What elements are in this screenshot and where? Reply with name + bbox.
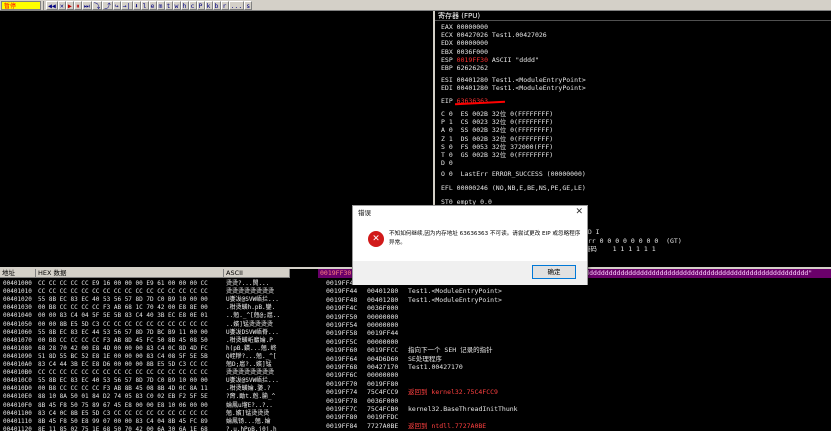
close-icon[interactable]: ✕ — [575, 207, 583, 218]
dump-row[interactable]: 00401120 8E 11 85 02 75 1E 68 50 70 42 00… — [0, 425, 290, 431]
toolbar-button[interactable]: l — [140, 0, 149, 10]
dump-header-hex[interactable]: HEX 数据 — [36, 269, 224, 278]
toolbar-button[interactable]: s — [244, 0, 253, 10]
toolbar-button[interactable]: ◀◀ — [46, 0, 58, 10]
dialog-footer: 确定 — [353, 261, 587, 285]
toolbar-button[interactable]: k — [204, 0, 213, 10]
toolbar-button[interactable]: r — [220, 0, 229, 10]
register-value: 0036F000 — [456, 47, 488, 56]
toolbar-button[interactable]: ⬇ — [132, 0, 141, 10]
register-edi[interactable]: EDI 00401280 Test1.<ModuleEntryPoint> — [441, 84, 586, 92]
toolbar-button[interactable]: ⏸ — [73, 0, 82, 10]
register-ebx[interactable]: EBX 0036F000 — [441, 48, 492, 56]
toolbar-button[interactable]: ▶ — [65, 0, 74, 10]
toolbar-button[interactable]: h — [180, 0, 189, 10]
register-esi[interactable]: ESI 00401280 Test1.<ModuleEntryPoint> — [441, 76, 586, 84]
register-value: 00401280 — [456, 76, 488, 85]
dump-hex: 8E 11 85 02 75 1E 68 50 70 42 00 6A 30 6… — [38, 425, 208, 431]
register-name: EIP — [441, 96, 453, 105]
register-comment: Test1.00427026 — [491, 31, 547, 40]
toolbar-separator — [43, 0, 44, 10]
stack-comment: 返回到 ntdll.7727A0BE — [408, 421, 487, 430]
dialog-title: 错误 — [358, 209, 371, 217]
memory-dump-pane[interactable]: 地址 HEX 数据 ASCII 00401000 CC CC CC CC CC E… — [0, 269, 290, 431]
dump-address: 00401120 — [3, 425, 32, 431]
stack-row[interactable]: 0019FF84 7727A0BE 返回到 ntdll.7727A0BE — [318, 422, 831, 431]
toolbar: 暂停 ◀◀ ✕ ▶ ⏸ ⏭ ⤵ ⤴ ↪ →| ⬇ l e m t w h c Pk b r... s — [0, 0, 831, 11]
register-value: 00427026 — [456, 31, 488, 40]
register-ecx[interactable]: ECX 00427026 Test1.00427026 — [441, 31, 547, 39]
toolbar-button[interactable]: ⏭ — [81, 0, 92, 10]
register-value: 00000000 — [456, 23, 488, 31]
dump-ascii: ?.u.hPpB.j0j.h — [226, 425, 277, 431]
dialog-message: 不知如何继续,因为内存地址 63636363 不可读。请尝试更改 EIP 或忽略… — [389, 231, 581, 246]
register-name: EBX — [441, 47, 453, 56]
toolbar-button[interactable]: t — [164, 0, 173, 10]
register-comment: Test1.<ModuleEntryPoint> — [491, 76, 586, 85]
register-ebp[interactable]: EBP 62626262 — [441, 64, 492, 72]
flag-line[interactable]: D 0 — [441, 159, 453, 167]
register-comment: Test1.<ModuleEntryPoint> — [491, 84, 586, 93]
register-name: EBP — [441, 64, 453, 72]
register-name: ESI — [441, 76, 453, 85]
flag-line[interactable]: T 0 GS 002B 32位 0(FFFFFFFF) — [441, 151, 553, 159]
dump-header-address[interactable]: 地址 — [0, 269, 36, 278]
toolbar-buttons: ◀◀ ✕ ▶ ⏸ ⏭ ⤵ ⤴ ↪ →| ⬇ l e m t w h c Pk b r... s — [46, 0, 253, 10]
error-icon: ✕ — [368, 231, 384, 247]
toolbar-button[interactable]: ⤴ — [102, 0, 113, 10]
pane-gap — [290, 269, 318, 431]
register-value: 00401280 — [456, 84, 488, 93]
register-value: 0019FF30 — [456, 55, 488, 64]
dialog-titlebar[interactable]: 错误 ✕ — [353, 206, 587, 220]
register-value: 62626262 — [456, 64, 488, 72]
register-comment: ASCII "dddd" — [491, 55, 539, 64]
flag-line[interactable]: O 0 LastErr ERROR_SUCCESS (00000000) — [441, 170, 586, 178]
register-value: 00000000 — [456, 39, 488, 48]
toolbar-button[interactable]: ⤵ — [91, 0, 103, 10]
register-name: EDX — [441, 39, 453, 48]
register-name: EAX — [441, 23, 453, 31]
error-dialog: 错误 ✕ ✕ 不知如何继续,因为内存地址 63636363 不可读。请尝试更改 … — [352, 205, 588, 285]
stack-address: 0019FF84 — [326, 421, 358, 430]
register-eax[interactable]: EAX 00000000 — [441, 23, 492, 31]
register-name: EDI — [441, 84, 453, 93]
toolbar-button[interactable]: b — [212, 0, 221, 10]
flag-line[interactable]: P 1 CS 0023 32位 0(FFFFFFFF) — [441, 118, 553, 126]
toolbar-button[interactable]: ↪ — [112, 0, 121, 10]
stack-value: 7727A0BE — [367, 421, 399, 430]
toolbar-button[interactable]: w — [172, 0, 181, 10]
register-edx[interactable]: EDX 00000000 — [441, 39, 492, 47]
toolbar-button[interactable]: P — [196, 0, 205, 10]
register-name: ECX — [441, 31, 453, 40]
toolbar-button[interactable]: m — [156, 0, 165, 10]
ok-button[interactable]: 确定 — [532, 265, 576, 279]
flag-line[interactable]: S 0 FS 0053 32位 372000(FFF) — [441, 143, 553, 151]
toolbar-button[interactable]: →| — [120, 0, 133, 10]
stack-pane[interactable]: 0019FF30 64646464 dddd" ASCII "ddddddddd… — [318, 269, 831, 431]
toolbar-button[interactable]: c — [188, 0, 197, 10]
efl-line[interactable]: EFL 00000246 (NO,NB,E,BE,NS,PE,GE,LE) — [441, 184, 586, 192]
toolbar-button[interactable]: e — [148, 0, 157, 10]
toolbar-button[interactable]: ... — [228, 0, 245, 10]
dump-header-ascii[interactable]: ASCII — [224, 269, 290, 278]
registers-title: 寄存器 (FPU) — [435, 11, 831, 21]
flag-line[interactable]: A 0 SS 002B 32位 0(FFFFFFFF) — [441, 126, 553, 134]
register-esp[interactable]: ESP 0019FF30 ASCII "dddd" — [441, 56, 539, 64]
flag-line[interactable]: C 0 ES 002B 32位 0(FFFFFFFF) — [441, 110, 553, 118]
stack-ascii-tail: ASCII "ddddddddddddddddddddddddddddddddd… — [550, 269, 813, 277]
flag-line[interactable]: Z 1 DS 002B 32位 0(FFFFFFFF) — [441, 135, 553, 143]
status-label: 暂停 — [1, 0, 41, 10]
toolbar-button[interactable]: ✕ — [57, 0, 66, 10]
register-name: ESP — [441, 55, 453, 64]
